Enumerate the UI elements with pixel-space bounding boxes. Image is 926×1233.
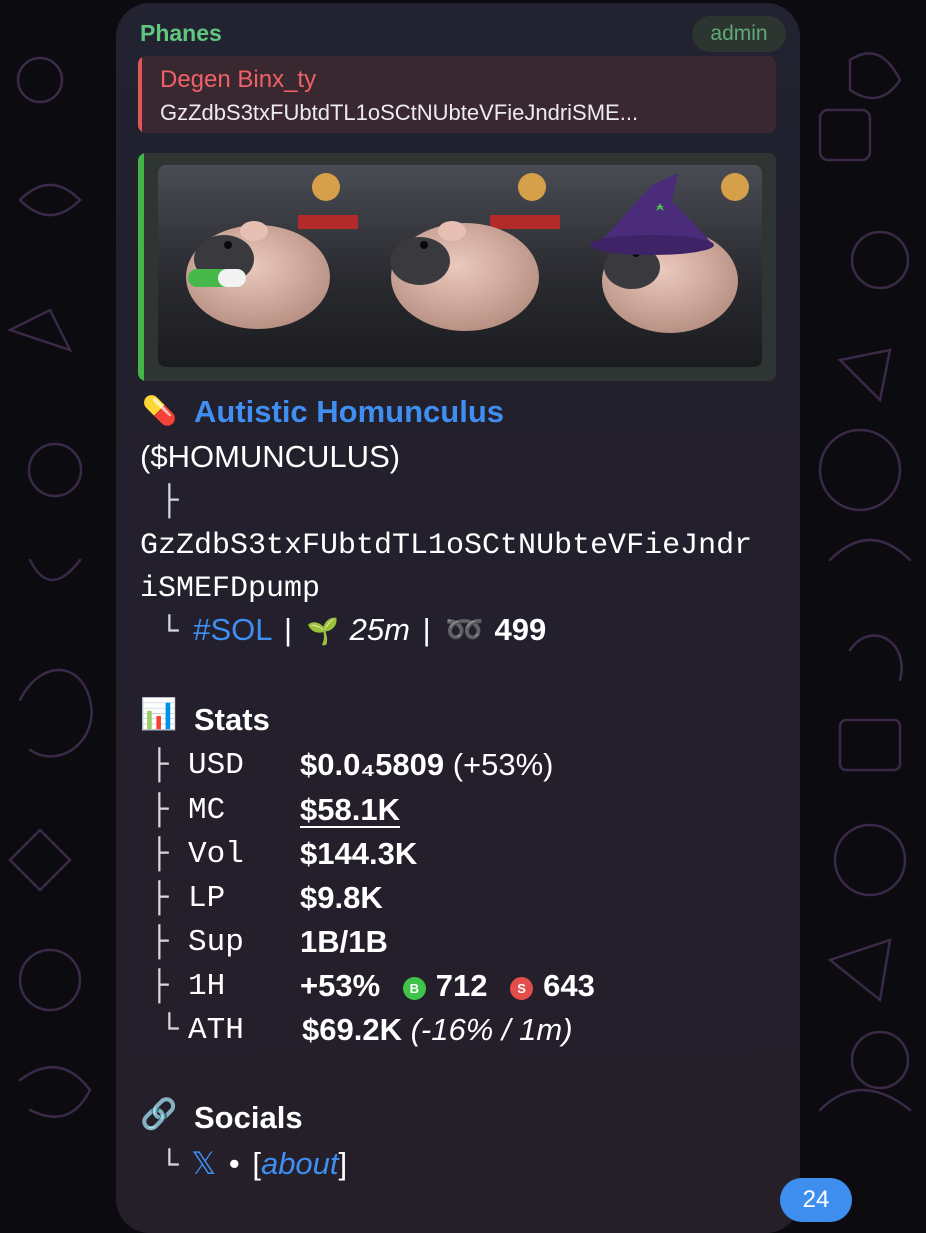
reply-text: GzZdbS3txFUbtdTL1oSCtNUbteVFieJndriSME..… xyxy=(160,100,639,125)
stat-label-lp: LP xyxy=(188,881,226,916)
tree-branch: └ xyxy=(160,1149,179,1184)
about-link[interactable]: about xyxy=(261,1146,339,1181)
stat-value-ath: $69.2K (-16% / 1m) xyxy=(302,1012,573,1047)
preview-accent-bar xyxy=(138,153,144,381)
bullet: • xyxy=(228,1146,240,1181)
sell-badge-icon: S xyxy=(510,977,534,1000)
chain-hashtag[interactable]: #SOL xyxy=(193,612,271,647)
token-name-link[interactable]: Autistic Homunculus xyxy=(194,396,504,427)
unread-count-badge[interactable]: 24 xyxy=(780,1178,852,1222)
stat-value-1h: +53% B 712 S 643 xyxy=(300,968,595,1003)
chain-row: └ #SOL | 🌱 25m | ➿ 499 xyxy=(160,614,546,648)
tree-branch: ├ xyxy=(150,837,169,872)
bracket-close: ] xyxy=(338,1146,348,1181)
separator: | xyxy=(422,612,431,647)
x-link-icon[interactable]: 𝕏 xyxy=(191,1146,216,1181)
buy-badge-icon: B xyxy=(402,977,426,1000)
bracket-open: [ xyxy=(252,1146,261,1181)
stat-value-lp: $9.8K xyxy=(300,880,383,915)
stats-emoji: 📊 xyxy=(140,698,178,731)
sells-count: 643 xyxy=(543,968,595,1003)
seedling-icon: 🌱 xyxy=(306,616,340,646)
stat-value-usd: $0.0₄5809 (+53%) xyxy=(300,747,554,782)
admin-tag: admin xyxy=(692,16,786,52)
reply-accent-bar xyxy=(138,56,142,133)
reply-author: Degen Binx_ty xyxy=(160,66,317,93)
holders-count: 499 xyxy=(494,612,547,647)
stat-label-ath: ATH xyxy=(188,1013,244,1048)
reply-quote[interactable]: Degen Binx_ty GzZdbS3txFUbtdTL1oSCtNUbte… xyxy=(138,56,776,133)
token-address-line1[interactable]: GzZdbS3txFUbtdTL1oSCtNUbteVFieJndr xyxy=(140,531,752,561)
stat-label-vol: Vol xyxy=(188,837,244,872)
tree-branch: └ xyxy=(160,615,179,650)
socials-heading: Socials xyxy=(194,1100,303,1135)
stat-value-sup: 1B/1B xyxy=(300,924,388,959)
buys-count: 712 xyxy=(435,968,488,1003)
stat-label-1h: 1H xyxy=(188,969,226,1004)
tree-branch: └ xyxy=(160,1013,179,1048)
stat-value-mc-link[interactable]: $58.1K xyxy=(300,794,400,825)
tree-branch: ├ xyxy=(150,881,169,916)
token-ticker: ($HOMUNCULUS) xyxy=(140,439,401,474)
token-age: 25m xyxy=(349,612,410,647)
token-address-line2[interactable]: iSMEFDpump xyxy=(140,574,320,604)
socials-row: └ 𝕏 • [about] xyxy=(160,1148,347,1182)
separator: | xyxy=(283,612,293,647)
tree-branch: ├ xyxy=(160,484,179,519)
stat-label-usd: USD xyxy=(188,748,244,783)
tree-branch: ├ xyxy=(150,925,169,960)
stats-heading: Stats xyxy=(194,702,270,737)
link-emoji: 🔗 xyxy=(140,1098,178,1131)
stat-label-mc: MC xyxy=(188,793,226,828)
sender-name[interactable]: Phanes xyxy=(140,20,222,47)
pill-emoji: 💊 xyxy=(142,395,177,426)
token-image[interactable] xyxy=(158,165,762,367)
holders-icon: ➿ xyxy=(445,612,484,647)
tree-branch: ├ xyxy=(150,969,169,1004)
tree-branch: ├ xyxy=(150,793,169,828)
stat-label-sup: Sup xyxy=(188,925,244,960)
tree-branch: ├ xyxy=(150,748,169,783)
stat-value-vol: $144.3K xyxy=(300,836,418,871)
